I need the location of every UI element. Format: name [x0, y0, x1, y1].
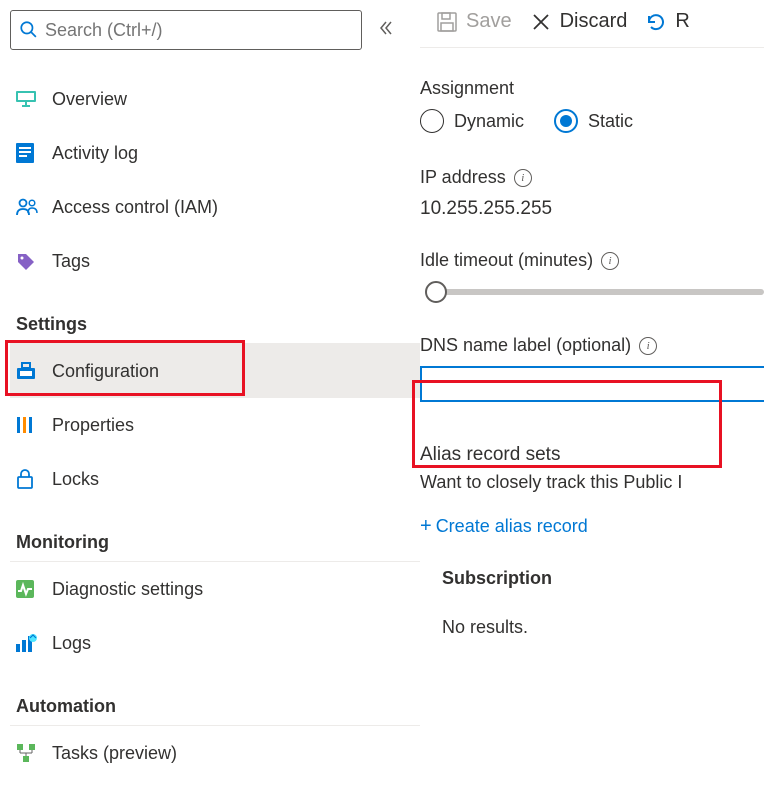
- nav-label: Overview: [52, 89, 127, 110]
- slider-thumb-icon[interactable]: [425, 281, 447, 303]
- radio-circle-icon: [554, 109, 578, 133]
- dns-label: DNS name label (optional) i: [420, 335, 764, 356]
- sidebar-item-properties[interactable]: Properties: [10, 398, 420, 452]
- sidebar-item-tasks[interactable]: Tasks (preview): [10, 726, 420, 780]
- info-icon[interactable]: i: [601, 252, 619, 270]
- nav-label: Activity log: [52, 143, 138, 164]
- subscription-heading: Subscription: [442, 568, 764, 589]
- sidebar-item-iam[interactable]: Access control (IAM): [10, 180, 420, 234]
- nav-label: Properties: [52, 415, 134, 436]
- no-results-text: No results.: [442, 617, 764, 638]
- toolbar: Save Discard R: [420, 8, 764, 48]
- nav-label: Access control (IAM): [52, 197, 218, 218]
- search-icon: [19, 20, 37, 41]
- sidebar-item-activity-log[interactable]: Activity log: [10, 126, 420, 180]
- info-icon[interactable]: i: [639, 337, 657, 355]
- tasks-icon: [16, 743, 52, 763]
- properties-icon: [16, 416, 52, 434]
- nav-label: Tags: [52, 251, 90, 272]
- nav-label: Tasks (preview): [52, 743, 177, 764]
- save-label: Save: [466, 10, 512, 33]
- ip-value: 10.255.255.255: [420, 198, 764, 220]
- lock-icon: [16, 469, 52, 489]
- section-heading-monitoring: Monitoring: [16, 532, 420, 553]
- radio-circle-icon: [420, 109, 444, 133]
- refresh-label: R: [675, 10, 689, 33]
- alias-desc: Want to closely track this Public I: [420, 472, 764, 493]
- plus-icon: +: [420, 515, 432, 538]
- info-icon[interactable]: i: [514, 169, 532, 187]
- logs-icon: [16, 634, 52, 652]
- sidebar-item-configuration[interactable]: Configuration: [10, 344, 420, 398]
- radio-label: Static: [588, 111, 633, 132]
- config-icon: [16, 362, 52, 380]
- radio-label: Dynamic: [454, 111, 524, 132]
- dns-name-input[interactable]: [420, 366, 764, 402]
- nav-label: Logs: [52, 633, 91, 654]
- overview-icon: [16, 91, 52, 107]
- idle-timeout-slider[interactable]: [436, 289, 764, 295]
- radio-dynamic[interactable]: Dynamic: [420, 109, 524, 133]
- search-input-wrap[interactable]: [10, 10, 362, 50]
- discard-label: Discard: [560, 10, 628, 33]
- sidebar-item-logs[interactable]: Logs: [10, 616, 420, 670]
- assignment-label: Assignment: [420, 78, 764, 99]
- ip-label: IP address i: [420, 167, 764, 188]
- refresh-button[interactable]: R: [639, 8, 695, 35]
- sidebar: Overview Activity log Access control (IA…: [0, 0, 420, 795]
- radio-static[interactable]: Static: [554, 109, 633, 133]
- tag-icon: [16, 252, 52, 270]
- alias-heading: Alias record sets: [420, 444, 764, 466]
- collapse-sidebar-button[interactable]: [374, 16, 398, 45]
- section-heading-settings: Settings: [16, 314, 420, 335]
- nav-label: Diagnostic settings: [52, 579, 203, 600]
- search-input[interactable]: [45, 20, 353, 41]
- diagnostic-icon: [16, 580, 52, 598]
- sidebar-item-locks[interactable]: Locks: [10, 452, 420, 506]
- create-alias-link[interactable]: + Create alias record: [420, 515, 764, 538]
- sidebar-item-tags[interactable]: Tags: [10, 234, 420, 288]
- idle-label: Idle timeout (minutes) i: [420, 250, 764, 271]
- save-button[interactable]: Save: [430, 8, 518, 35]
- sidebar-item-overview[interactable]: Overview: [10, 72, 420, 126]
- section-heading-automation: Automation: [16, 696, 420, 717]
- nav-label: Locks: [52, 469, 99, 490]
- nav-label: Configuration: [52, 361, 159, 382]
- main-panel: Save Discard R Assignment Dynamic Stat: [420, 0, 764, 795]
- discard-button[interactable]: Discard: [524, 8, 634, 35]
- link-label: Create alias record: [436, 516, 588, 537]
- iam-icon: [16, 198, 52, 216]
- sidebar-item-diagnostic[interactable]: Diagnostic settings: [10, 562, 420, 616]
- activitylog-icon: [16, 143, 52, 163]
